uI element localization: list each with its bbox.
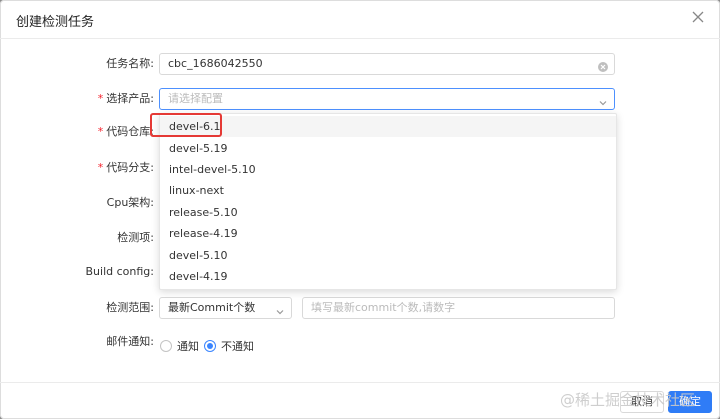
build-config-label: Build config: [85,265,154,278]
radio-notify-label: 通知 [177,340,199,353]
check-items-label: 检测项: [117,231,154,244]
product-dropdown: devel-6.1 devel-5.19 intel-devel-5.10 li… [159,113,617,290]
watermark: @稀土掘金技术社区 [560,391,696,409]
required-mark: * [97,92,104,105]
close-icon[interactable] [690,9,706,25]
product-row: * 选择产品: [0,88,154,110]
task-name-row: 任务名称: [0,53,154,75]
required-mark: * [97,125,104,138]
product-label: * 选择产品: [97,92,154,105]
task-name-input[interactable]: cbc_1686042550 [159,53,615,75]
cpu-row: Cpu架构: [0,192,154,214]
dialog-header: 创建检测任务 [0,0,720,39]
branch-label: * 代码分支: [97,161,154,174]
chevron-down-icon [598,95,608,115]
build-config-row: Build config: [0,261,154,283]
product-placeholder: 请选择配置 [168,92,223,105]
task-name-label: 任务名称: [106,57,154,70]
commit-count-input[interactable]: 填写最新commit个数,请数字 [302,297,615,319]
required-mark: * [97,161,104,174]
dropdown-option[interactable]: linux-next [160,180,616,201]
email-label: 邮件通知: [106,335,154,348]
highlight-annotation-box [150,113,222,137]
commit-count-placeholder: 填写最新commit个数,请数字 [311,301,456,314]
radio-circle[interactable] [160,340,172,352]
product-select[interactable]: 请选择配置 [159,88,615,110]
scope-label: 检测范围: [106,301,154,314]
radio-circle-selected[interactable] [204,340,216,352]
dropdown-option[interactable]: release-4.19 [160,223,616,244]
dropdown-option[interactable]: devel-4.19 [160,266,616,287]
scope-select[interactable]: 最新Commit个数 [159,297,292,319]
check-items-row: 检测项: [0,227,154,249]
email-row: 邮件通知: [0,331,154,353]
dialog-title: 创建检测任务 [16,15,95,30]
dropdown-option[interactable]: release-5.10 [160,202,616,223]
repo-label: * 代码仓库: [97,125,154,138]
create-task-dialog: 创建检测任务 任务名称: cbc_1686042550 * 选择产品: 请选择配置… [0,0,720,419]
clear-icon[interactable] [598,59,608,79]
chevron-down-icon [275,304,285,324]
task-name-value: cbc_1686042550 [168,57,263,70]
scope-select-value: 最新Commit个数 [168,301,256,314]
radio-no-notify-label: 不通知 [221,340,254,353]
radio-no-notify[interactable]: 不通知 [204,338,254,354]
dropdown-option[interactable]: devel-6.1 [160,116,616,137]
radio-notify[interactable]: 通知 [160,338,199,354]
dropdown-option[interactable]: intel-devel-5.10 [160,159,616,180]
cpu-label: Cpu架构: [106,196,154,209]
dropdown-option[interactable]: devel-5.19 [160,138,616,159]
dropdown-option[interactable]: devel-5.10 [160,245,616,266]
branch-row: * 代码分支: [0,157,154,179]
repo-row: * 代码仓库: [0,121,154,143]
scope-row: 检测范围: [0,297,154,319]
